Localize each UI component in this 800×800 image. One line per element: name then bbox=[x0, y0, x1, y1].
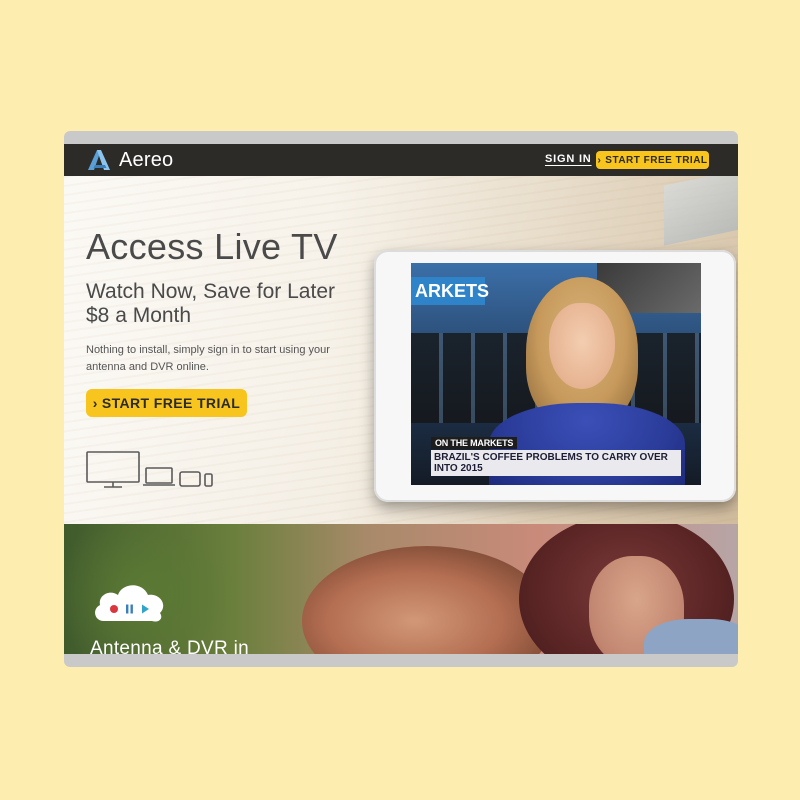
sign-in-link[interactable]: SIGN IN bbox=[545, 153, 592, 165]
hero-section: Access Live TV Watch Now, Save for Later… bbox=[64, 176, 738, 524]
nav-start-free-trial-button[interactable]: › START FREE TRIAL bbox=[596, 151, 709, 169]
tablet-icon bbox=[179, 471, 201, 487]
chevron-right-icon: › bbox=[92, 395, 98, 411]
hero-subtitle-line1: Watch Now, Save for Later bbox=[86, 280, 335, 303]
laptop-icon bbox=[143, 467, 175, 486]
phone-icon bbox=[204, 473, 213, 487]
hero-description: Nothing to install, simply sign in to st… bbox=[86, 344, 330, 373]
photo-person-left bbox=[302, 546, 552, 654]
news-ticker: ON THE MARKETS BRAZIL'S COFFEE PROBLEMS … bbox=[431, 437, 681, 476]
photo-person-right-shirt bbox=[644, 619, 738, 654]
aereo-logo[interactable]: Aereo bbox=[86, 148, 173, 172]
brand-name: Aereo bbox=[119, 148, 174, 171]
decorative-book bbox=[664, 176, 738, 246]
chevron-right-icon: › bbox=[597, 154, 602, 166]
browser-frame: Aereo SIGN IN › START FREE TRIAL Access … bbox=[64, 131, 738, 667]
hero-title: Access Live TV bbox=[86, 226, 338, 267]
lower-section: Antenna & DVR in bbox=[64, 524, 738, 654]
top-navbar: Aereo SIGN IN › START FREE TRIAL bbox=[64, 144, 738, 176]
hero-start-free-trial-button[interactable]: › START FREE TRIAL bbox=[86, 389, 247, 417]
ticker-label: ON THE MARKETS bbox=[431, 437, 518, 449]
nav-trial-label: START FREE TRIAL bbox=[605, 154, 708, 166]
record-icon bbox=[110, 605, 118, 613]
anchor-face bbox=[549, 303, 615, 389]
hero-price: $8 a Month bbox=[86, 304, 192, 327]
tablet-tv-screen[interactable]: ARKETS ON THE MARKETS BRAZIL'S COFFEE PR… bbox=[411, 263, 701, 485]
cloud-dvr-icon bbox=[95, 585, 164, 622]
hero-subtitle: Watch Now, Save for Later $8 a Month bbox=[86, 280, 335, 328]
aereo-logo-icon bbox=[88, 150, 110, 170]
tv-wall-text: ARKETS bbox=[411, 277, 489, 305]
ticker-headline: BRAZIL'S COFFEE PROBLEMS TO CARRY OVER I… bbox=[431, 450, 681, 476]
tablet-device: ARKETS ON THE MARKETS BRAZIL'S COFFEE PR… bbox=[374, 250, 736, 502]
hero-cta-label: START FREE TRIAL bbox=[101, 395, 241, 411]
lower-heading: Antenna & DVR in bbox=[90, 638, 249, 654]
page-viewport: Aereo SIGN IN › START FREE TRIAL Access … bbox=[64, 144, 738, 654]
tv-icon bbox=[86, 451, 140, 488]
device-icons bbox=[86, 451, 213, 488]
